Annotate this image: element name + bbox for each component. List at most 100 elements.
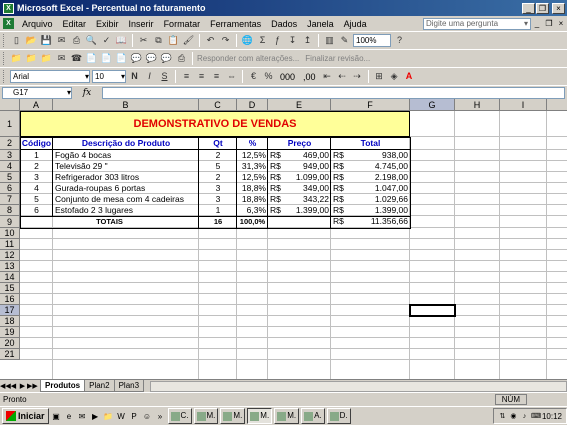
permission-icon[interactable]: ✉: [55, 34, 68, 47]
menu-ajuda[interactable]: Ajuda: [339, 19, 372, 29]
row-header-17[interactable]: 17: [0, 305, 20, 316]
row-header-18[interactable]: 18: [0, 316, 20, 327]
header-code[interactable]: Código: [20, 138, 53, 149]
prev-sheet-icon[interactable]: ◀: [9, 382, 18, 390]
column-header-i[interactable]: I: [500, 99, 547, 111]
row-header-10[interactable]: 10: [0, 228, 20, 239]
font-size-select[interactable]: 10 ▾: [92, 70, 126, 83]
mail-icon[interactable]: ✉: [77, 411, 88, 422]
column-header-e[interactable]: E: [268, 99, 331, 111]
cell-code[interactable]: 1: [20, 150, 53, 161]
percent-button[interactable]: %: [262, 70, 275, 83]
doc-close-button[interactable]: ×: [555, 19, 567, 28]
task-button-a[interactable]: A.: [301, 408, 325, 424]
column-header-a[interactable]: A: [20, 99, 53, 111]
row-header-3[interactable]: 3: [0, 150, 20, 161]
workbook-icon[interactable]: X: [3, 18, 14, 29]
cell-qty[interactable]: 1: [199, 205, 237, 216]
doc-minimize-button[interactable]: _: [531, 19, 543, 28]
column-header-d[interactable]: D: [237, 99, 268, 111]
column-header-g[interactable]: G: [410, 99, 455, 111]
print-icon[interactable]: ⎙: [70, 34, 83, 47]
menu-formatar[interactable]: Formatar: [159, 19, 206, 29]
function-icon[interactable]: ƒ: [271, 34, 284, 47]
increase-indent-icon[interactable]: ⇢: [351, 70, 364, 83]
active-cell-g17[interactable]: [409, 304, 456, 317]
cell-code[interactable]: 5: [20, 194, 53, 205]
row-header-12[interactable]: 12: [0, 250, 20, 261]
network-icon[interactable]: ⇅: [498, 412, 507, 421]
start-button[interactable]: Iniciar: [2, 408, 49, 424]
cell-code[interactable]: 2: [20, 161, 53, 172]
row-header-16[interactable]: 16: [0, 294, 20, 305]
header-price[interactable]: Preço: [268, 138, 331, 149]
totals-total[interactable]: 11.356,66: [350, 216, 410, 227]
chart-wizard-icon[interactable]: ▥: [323, 34, 336, 47]
save-icon[interactable]: 💾: [40, 34, 53, 47]
align-left-icon[interactable]: ≡: [180, 70, 193, 83]
sheet-title[interactable]: DEMONSTRATIVO DE VENDAS: [20, 111, 410, 137]
word-icon[interactable]: W: [116, 411, 127, 422]
new-icon[interactable]: ▯: [10, 34, 23, 47]
menu-dados[interactable]: Dados: [266, 19, 302, 29]
cell-total[interactable]: 2.198,00: [350, 172, 410, 183]
folder-icon[interactable]: 📁: [40, 52, 53, 65]
totals-qty[interactable]: 16: [199, 216, 237, 227]
antivirus-icon[interactable]: ◉: [509, 412, 518, 421]
cell-description[interactable]: Fogão 4 bocas: [55, 150, 199, 161]
font-select[interactable]: Arial ▾: [10, 70, 90, 83]
cell-description[interactable]: Conjunto de mesa com 4 cadeiras: [55, 194, 199, 205]
cell-qty[interactable]: 3: [199, 194, 237, 205]
decrease-indent-icon[interactable]: ⇠: [336, 70, 349, 83]
cell-total[interactable]: 1.029,66: [350, 194, 410, 205]
cell-qty[interactable]: 5: [199, 161, 237, 172]
cell-description[interactable]: Televisão 29 ": [55, 161, 199, 172]
media-icon[interactable]: ▶: [90, 411, 101, 422]
last-sheet-icon[interactable]: ▶▶: [27, 382, 38, 390]
cell-qty[interactable]: 2: [199, 172, 237, 183]
sort-desc-icon[interactable]: ↥: [301, 34, 314, 47]
clock[interactable]: 10:12: [542, 412, 562, 421]
currency-icon[interactable]: €: [247, 70, 260, 83]
row-header-9[interactable]: 9: [0, 216, 20, 228]
insert-function-button[interactable]: fx: [72, 88, 102, 98]
drawing-icon[interactable]: ✎: [338, 34, 351, 47]
research-icon[interactable]: 📖: [115, 34, 128, 47]
cell-code[interactable]: 6: [20, 205, 53, 216]
row-header-7[interactable]: 7: [0, 194, 20, 205]
doc-restore-button[interactable]: ❐: [543, 19, 555, 28]
menu-arquivo[interactable]: Arquivo: [17, 19, 58, 29]
task-button-m1[interactable]: M.: [193, 408, 219, 424]
bold-button[interactable]: N: [128, 70, 141, 83]
volume-icon[interactable]: ♪: [520, 412, 529, 421]
column-header-c[interactable]: C: [199, 99, 237, 111]
quicklaunch-chevron-icon[interactable]: »: [155, 411, 166, 422]
show-desktop-icon[interactable]: ▣: [51, 411, 62, 422]
row-header-8[interactable]: 8: [0, 205, 20, 216]
toolbar-grip[interactable]: [3, 70, 6, 83]
task-button-c[interactable]: C.: [167, 408, 192, 424]
column-header-h[interactable]: H: [455, 99, 500, 111]
totals-label[interactable]: TOTAIS: [20, 216, 199, 227]
close-button[interactable]: ×: [552, 2, 565, 14]
folder-icon[interactable]: 📁: [25, 52, 38, 65]
task-button-m3[interactable]: M.: [247, 408, 273, 424]
mail-icon[interactable]: ✉: [55, 52, 68, 65]
cell-total[interactable]: 938,00: [350, 150, 410, 161]
column-header-f[interactable]: F: [331, 99, 410, 111]
toolbar-grip[interactable]: [3, 34, 6, 47]
row-header-1[interactable]: 1: [0, 111, 20, 137]
chevron-down-icon[interactable]: ▾: [85, 71, 89, 82]
menu-editar[interactable]: Editar: [58, 19, 92, 29]
row-header-20[interactable]: 20: [0, 338, 20, 349]
toolbar-grip[interactable]: [3, 52, 6, 65]
spelling-icon[interactable]: ✓: [100, 34, 113, 47]
chevron-down-icon[interactable]: ▾: [121, 71, 125, 82]
cell-description[interactable]: Refrigerador 303 litros: [55, 172, 199, 183]
cell-description[interactable]: Estofado 2 3 lugares: [55, 205, 199, 216]
messenger-icon[interactable]: ☺: [142, 411, 153, 422]
zoom-select[interactable]: 100%: [353, 34, 391, 47]
cell-description[interactable]: Gurada-roupas 6 portas: [55, 183, 199, 194]
cell-total[interactable]: 4.745,00: [350, 161, 410, 172]
cell-code[interactable]: 4: [20, 183, 53, 194]
